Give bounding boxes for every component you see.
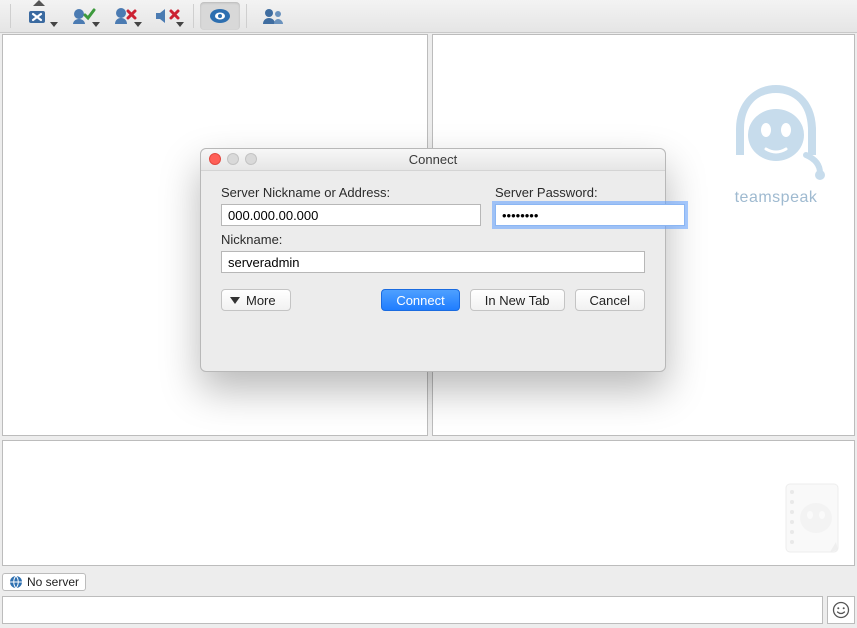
disconnect-dropdown-button[interactable] (17, 2, 61, 30)
connect-button[interactable]: Connect (381, 289, 459, 311)
nickname-label: Nickname: (221, 232, 645, 247)
subscribe-channels-button[interactable] (200, 2, 240, 30)
cancel-label: Cancel (590, 293, 630, 308)
window-controls (209, 153, 257, 165)
triangle-down-icon (230, 297, 240, 304)
chevron-down-icon (50, 22, 58, 27)
smiley-icon (832, 601, 850, 619)
chat-input[interactable] (2, 596, 823, 624)
close-window-button[interactable] (209, 153, 221, 165)
connect-label: Connect (396, 293, 444, 308)
notepad-watermark-icon (780, 480, 844, 559)
more-label: More (246, 293, 276, 308)
emoji-button[interactable] (827, 596, 855, 624)
mute-output-button[interactable] (147, 2, 187, 30)
more-button[interactable]: More (221, 289, 291, 311)
password-label: Server Password: (495, 185, 685, 200)
server-status-chip[interactable]: No server (2, 573, 86, 591)
in-new-tab-label: In New Tab (485, 293, 550, 308)
chevron-up-icon (33, 0, 45, 6)
address-input[interactable] (221, 204, 481, 226)
teamspeak-logo: teamspeak (716, 75, 836, 207)
toolbar-separator (246, 4, 247, 28)
cancel-button[interactable]: Cancel (575, 289, 645, 311)
globe-icon (9, 575, 23, 589)
connect-dialog: Connect Server Nickname or Address: Serv… (200, 148, 666, 372)
address-field-group: Server Nickname or Address: (221, 185, 481, 226)
chevron-down-icon (92, 22, 100, 27)
toolbar-separator (193, 4, 194, 28)
password-input[interactable] (495, 204, 685, 226)
chevron-down-icon (134, 22, 142, 27)
toolbar (0, 0, 857, 33)
dialog-title: Connect (409, 152, 457, 167)
people-icon (260, 6, 286, 26)
chevron-down-icon (176, 22, 184, 27)
dialog-button-row: More Connect In New Tab Cancel (221, 289, 645, 311)
away-toggle-button[interactable] (63, 2, 103, 30)
minimize-window-button (227, 153, 239, 165)
in-new-tab-button[interactable]: In New Tab (470, 289, 565, 311)
dialog-body: Server Nickname or Address: Server Passw… (201, 171, 665, 325)
teamspeak-head-icon (716, 75, 836, 185)
brand-text: teamspeak (716, 189, 836, 207)
disconnect-x-icon (27, 7, 51, 25)
nickname-field-group: Nickname: (221, 232, 645, 273)
dialog-titlebar[interactable]: Connect (201, 149, 665, 171)
chat-bar (2, 596, 855, 624)
zoom-window-button (245, 153, 257, 165)
contacts-button[interactable] (253, 2, 293, 30)
eye-bubble-icon (207, 6, 233, 26)
toolbar-separator (10, 4, 11, 28)
server-status-label: No server (27, 575, 79, 589)
mute-mic-button[interactable] (105, 2, 145, 30)
address-label: Server Nickname or Address: (221, 185, 481, 200)
status-bar: No server (2, 571, 855, 593)
chat-log-pane[interactable] (2, 440, 855, 566)
nickname-input[interactable] (221, 251, 645, 273)
password-field-group: Server Password: (495, 185, 685, 226)
